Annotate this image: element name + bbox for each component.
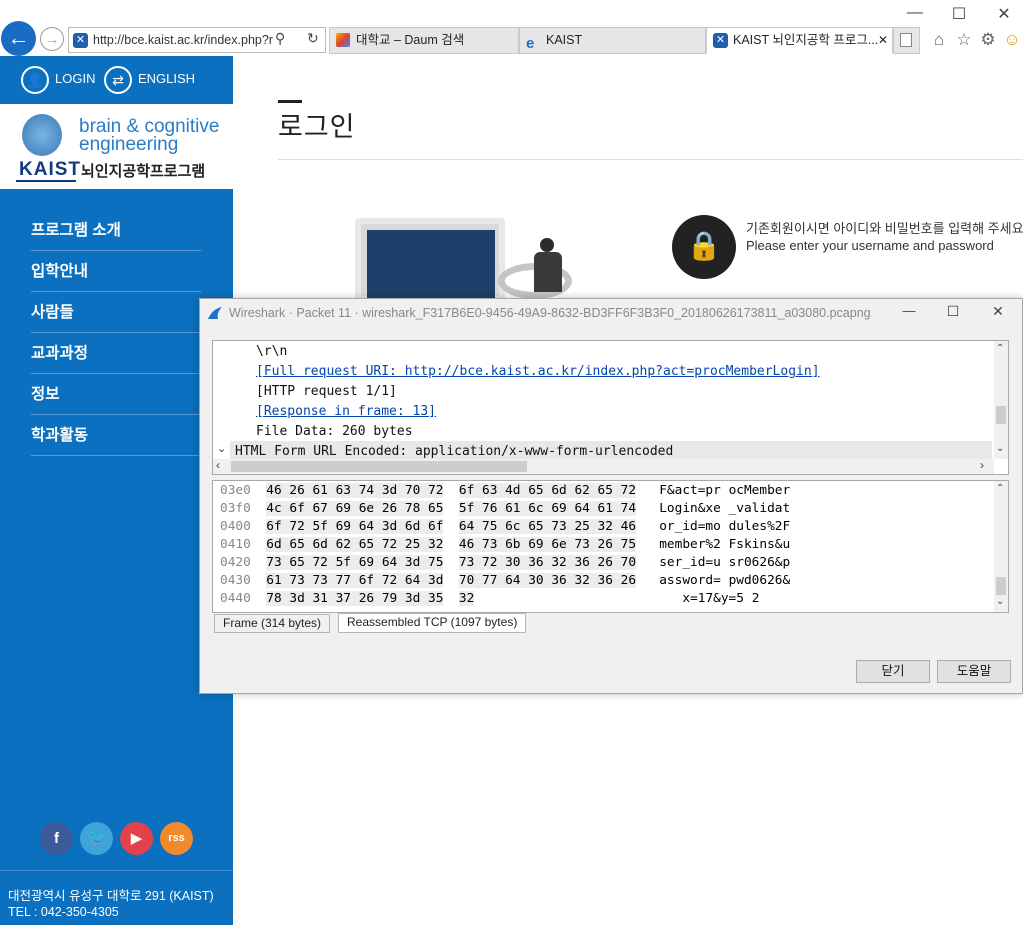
- brain-icon: [22, 114, 62, 156]
- twitter-icon[interactable]: 🐦: [80, 822, 113, 855]
- logo-text-line2: engineering: [79, 134, 179, 155]
- new-tab-button[interactable]: [893, 27, 920, 54]
- scroll-down-icon[interactable]: ⌄: [996, 596, 1004, 607]
- logo-program-name: 뇌인지공학프로그램: [81, 163, 206, 180]
- tab-close-icon[interactable]: ✕: [878, 28, 888, 53]
- logo-underline: [16, 180, 76, 182]
- nav-item-people[interactable]: 사람들: [31, 292, 201, 333]
- tab-frame-bytes[interactable]: Frame (314 bytes): [214, 614, 331, 633]
- browser-tab-daum[interactable]: 대학교 – Daum 검색: [329, 27, 519, 54]
- site-favicon-icon: ✕: [713, 33, 728, 48]
- tab-label: KAIST 뇌인지공학 프로그...: [733, 33, 879, 47]
- site-logo[interactable]: brain & cognitive engineering KAIST 뇌인지공…: [0, 104, 233, 189]
- scroll-down-icon[interactable]: ⌄: [996, 443, 1004, 454]
- hex-row[interactable]: 0420 73 65 72 5f 69 64 3d 75 73 72 30 36…: [220, 555, 790, 570]
- tree-expand-chevron-icon[interactable]: ⌄: [217, 442, 226, 455]
- new-tab-icon: [900, 33, 912, 47]
- search-icon[interactable]: ⚲: [275, 30, 285, 47]
- maximize-icon[interactable]: ☐: [949, 4, 969, 24]
- youtube-icon[interactable]: ▶: [120, 822, 153, 855]
- ws-minimize-icon[interactable]: —: [899, 303, 919, 318]
- user-icon[interactable]: 👤: [21, 66, 49, 94]
- home-icon[interactable]: ⌂: [928, 29, 950, 51]
- page-title: 로그인: [278, 112, 356, 142]
- help-button[interactable]: 도움말: [937, 660, 1011, 683]
- facebook-icon[interactable]: f: [40, 822, 73, 855]
- scroll-up-icon[interactable]: ⌃: [996, 483, 1004, 494]
- settings-gear-icon[interactable]: ⚙: [977, 29, 999, 51]
- tree-line-response-frame[interactable]: [Response in frame: 13]: [256, 404, 436, 419]
- tree-vertical-scrollbar[interactable]: [994, 341, 1008, 459]
- tab-label: 대학교 – Daum 검색: [356, 33, 465, 47]
- footer-tel: TEL : 042-350-4305: [8, 905, 119, 919]
- rss-icon[interactable]: rss: [160, 822, 193, 855]
- close-icon[interactable]: ✕: [994, 4, 1014, 24]
- tree-line-http-request[interactable]: [HTTP request 1/1]: [256, 384, 397, 399]
- hex-row[interactable]: 0410 6d 65 6d 62 65 72 25 32 46 73 6b 69…: [220, 537, 790, 552]
- close-button[interactable]: 닫기: [856, 660, 930, 683]
- login-message-korean: 기존회원이시면 아이디와 비밀번호를 입력해 주세요: [746, 221, 1023, 236]
- person-illustration: [532, 238, 572, 300]
- lock-icon: 🔒: [672, 215, 736, 279]
- nav-item-info[interactable]: 정보: [31, 374, 201, 415]
- site-favicon-icon: ✕: [73, 33, 88, 48]
- favorites-star-icon[interactable]: ☆: [953, 29, 975, 51]
- hex-row[interactable]: 03e0 46 26 61 63 74 3d 70 72 6f 63 4d 65…: [220, 483, 790, 498]
- kaist-wordmark: KAIST: [19, 159, 81, 180]
- tree-line-crlf[interactable]: \r\n: [256, 344, 287, 359]
- login-link[interactable]: LOGIN: [55, 71, 95, 86]
- language-switch-icon[interactable]: ⇄: [104, 66, 132, 94]
- footer-divider: [0, 870, 233, 871]
- hex-row[interactable]: 0400 6f 72 5f 69 64 3d 6d 6f 64 75 6c 65…: [220, 519, 790, 534]
- hex-row[interactable]: 0430 61 73 73 77 6f 72 64 3d 70 77 64 30…: [220, 573, 790, 588]
- english-link[interactable]: ENGLISH: [138, 71, 195, 86]
- ws-maximize-icon[interactable]: ☐: [943, 303, 963, 320]
- address-bar[interactable]: ✕ http://bce.kaist.ac.kr/index.php?r: [68, 27, 326, 53]
- hex-scroll-thumb[interactable]: [996, 577, 1006, 595]
- tree-line-full-request-uri[interactable]: [Full request URI: http://bce.kaist.ac.k…: [256, 364, 820, 379]
- ie-favicon-icon: e: [526, 35, 535, 52]
- tree-scroll-thumb[interactable]: [996, 406, 1006, 424]
- scroll-left-icon[interactable]: ‹: [216, 458, 220, 472]
- forward-arrow-icon[interactable]: →: [40, 27, 64, 51]
- ws-close-icon[interactable]: ✕: [988, 303, 1008, 320]
- scroll-up-icon[interactable]: ⌃: [996, 343, 1004, 354]
- title-divider: [278, 159, 1023, 160]
- scroll-right-icon[interactable]: ›: [980, 458, 984, 472]
- back-arrow-icon[interactable]: ←: [1, 21, 36, 56]
- title-accent: [278, 100, 302, 103]
- hex-row[interactable]: 03f0 4c 6f 67 69 6e 26 78 65 5f 76 61 6c…: [220, 501, 790, 516]
- nav-item-curriculum[interactable]: 교과과정: [31, 333, 201, 374]
- tree-hscroll-thumb[interactable]: [231, 461, 527, 472]
- browser-tab-bce[interactable]: ✕ KAIST 뇌인지공학 프로그... ✕: [706, 27, 893, 54]
- feedback-smiley-icon[interactable]: ☺: [1001, 29, 1023, 51]
- login-message-english: Please enter your username and password: [746, 238, 994, 253]
- refresh-icon[interactable]: ↻: [307, 30, 319, 47]
- tree-line-file-data[interactable]: File Data: 260 bytes: [256, 424, 413, 439]
- hex-row[interactable]: 0440 78 3d 31 37 26 79 3d 35 32 x=17&y=5…: [220, 591, 759, 606]
- laptop-screen-illustration: [367, 230, 495, 298]
- wireshark-fin-icon: [207, 306, 223, 320]
- minimize-icon[interactable]: —: [905, 4, 925, 22]
- tab-label: KAIST: [546, 33, 583, 47]
- daum-favicon-icon: [336, 33, 350, 47]
- wireshark-window-title: Wireshark · Packet 11 · wireshark_F317B6…: [229, 306, 871, 320]
- browser-tab-kaist[interactable]: e KAIST: [519, 27, 706, 54]
- tree-line-form-urlencoded[interactable]: HTML Form URL Encoded: application/x-www…: [235, 444, 673, 459]
- nav-item-activities[interactable]: 학과활동: [31, 415, 201, 456]
- address-url: http://bce.kaist.ac.kr/index.php?r: [93, 33, 273, 47]
- footer-address: 대전광역시 유성구 대학로 291 (KAIST): [8, 889, 214, 903]
- nav-item-program-intro[interactable]: 프로그램 소개: [31, 210, 201, 251]
- nav-item-admissions[interactable]: 입학안내: [31, 251, 201, 292]
- tab-reassembled-tcp[interactable]: Reassembled TCP (1097 bytes): [338, 613, 527, 633]
